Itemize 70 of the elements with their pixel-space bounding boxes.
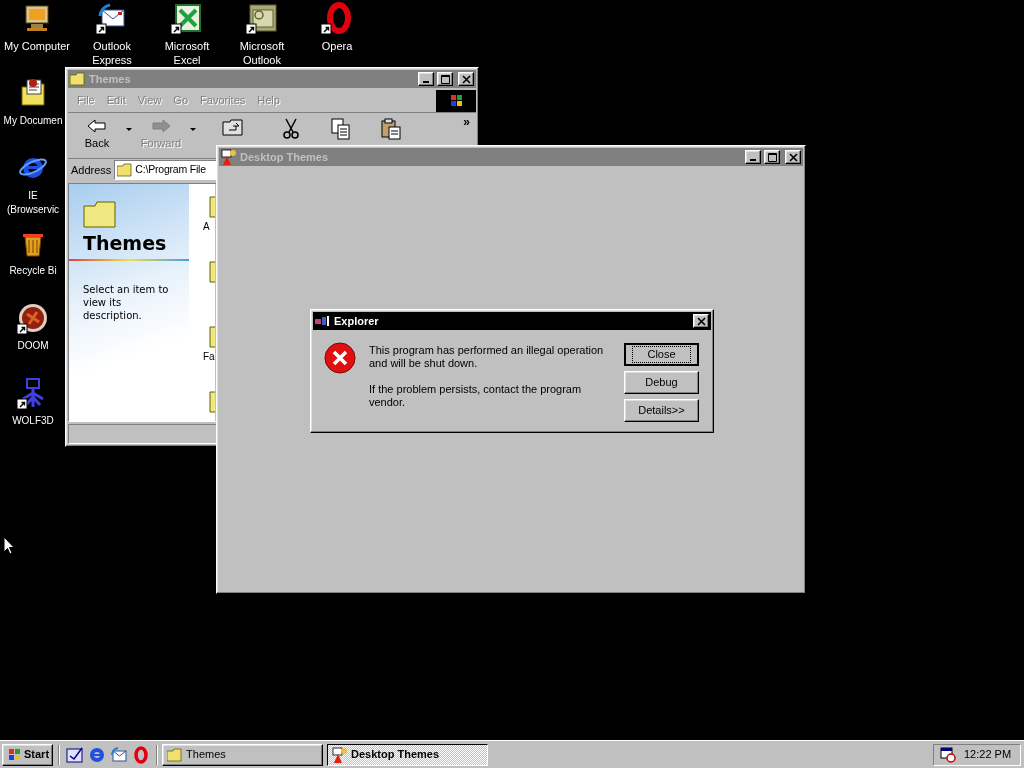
close-button[interactable] [693,314,709,328]
folder-icon [117,163,134,177]
desktop-icon[interactable] [66,745,85,764]
maximize-button[interactable] [764,150,780,164]
desktop-icon-label[interactable]: Outlook Express [76,39,148,67]
minimize-icon [423,81,429,83]
ring-icon[interactable] [321,2,353,34]
windows-flag-icon [448,92,464,109]
globe-icon[interactable] [88,745,107,764]
address-label: Address [71,162,112,178]
calendar-icon[interactable] [246,2,278,34]
folder-icon [70,72,86,86]
monitor-paint-icon [221,149,237,165]
start-button[interactable]: Start [2,743,54,766]
desktop-icon-label[interactable]: Recycle Bi [9,264,57,278]
pane-description: Select an item to view its description. [83,283,170,322]
desktop-icon-label[interactable]: Opera [321,39,353,53]
spreadsheet-icon[interactable] [171,2,203,34]
window-title: Themes [89,73,132,85]
monitor-paint-icon [332,746,349,763]
windows-flag-icon [6,746,22,763]
back-toolbar-button[interactable]: Back [72,116,122,156]
task-button[interactable]: Desktop Themes [327,743,489,766]
minimize-icon [750,159,756,161]
error-icon [324,342,356,374]
copy-pages-icon [331,118,351,140]
dialog-button[interactable]: Details>> [624,399,699,422]
back-arrow-icon [87,118,107,134]
close-icon [786,151,800,163]
desktop-icon-label[interactable]: WOLF3D [12,414,54,428]
clock: 12:22 PM [964,747,1012,763]
desktop-icon-label[interactable]: IE (Browservic [2,189,64,217]
window-title: Desktop Themes [240,151,330,163]
close-button[interactable] [785,150,801,164]
file-label[interactable]: Fa [203,352,215,362]
window-title: Explorer [334,315,380,327]
maximize-icon [438,73,452,85]
task-button[interactable]: Themes [162,743,324,766]
minimize-button[interactable] [745,150,761,164]
folder-icon [83,200,117,228]
forward-arrow-icon [151,118,171,134]
desktop-icon-label[interactable]: My Computer [4,39,70,53]
error-message: If the problem persists, contact the program vendor. [369,383,583,409]
close-icon [459,73,473,85]
desktop-icon-label[interactable]: Microsoft Outlook [226,39,298,67]
error-message: This program has performed an illegal operation and will be shut down. [369,344,605,370]
file-label[interactable]: A [203,222,210,232]
scheduler-icon[interactable] [940,746,956,763]
more-chevron[interactable]: » [463,116,470,128]
dialog-button[interactable]: Close [624,343,699,366]
scissors-icon [282,118,300,140]
dialog-button[interactable]: Debug [624,371,699,394]
address-field[interactable]: C:\Program File [114,160,219,180]
folder-icon [167,747,184,762]
disc-icon[interactable] [17,302,49,334]
desktop-icon-label[interactable]: Microsoft Excel [151,39,223,67]
desktop-icon-label[interactable]: DOOM [17,339,49,353]
app-icon [315,315,331,327]
clipboard-icon [381,118,401,140]
envelope-icon[interactable] [96,2,128,34]
maximize-icon [765,151,779,163]
up-folder-icon [222,118,244,136]
caret-icon[interactable] [126,128,132,132]
minimize-button[interactable] [418,72,434,86]
pane-title: Themes [83,234,168,253]
close-button[interactable] [458,72,474,86]
mouse-pointer-icon [3,536,15,555]
desktop-icon-label[interactable]: My Documen [3,114,63,128]
close-icon [694,315,708,327]
maximize-button[interactable] [437,72,453,86]
